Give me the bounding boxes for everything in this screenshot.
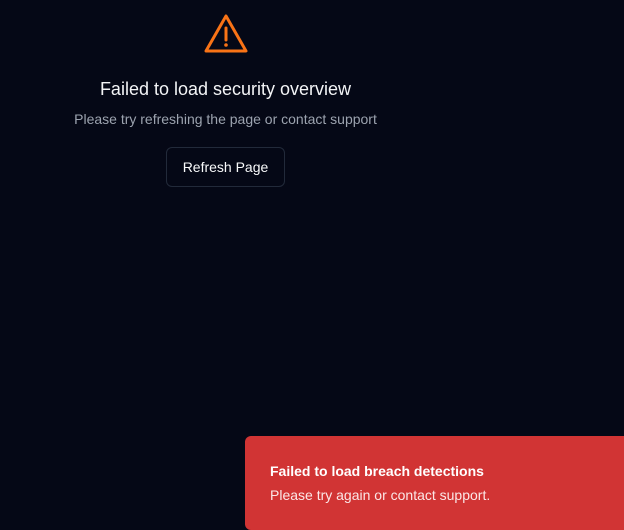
toast-title: Failed to load breach detections <box>270 463 484 479</box>
error-state: Failed to load security overview Please … <box>0 0 451 187</box>
error-toast: Failed to load breach detections Please … <box>245 436 624 530</box>
error-title: Failed to load security overview <box>99 79 352 99</box>
warning-triangle-icon <box>204 14 247 53</box>
error-subtitle: Please try refreshing the page or contac… <box>74 111 377 127</box>
toast-message: Please try again or contact support. <box>270 487 491 503</box>
refresh-page-button[interactable]: Refresh Page <box>165 147 286 187</box>
